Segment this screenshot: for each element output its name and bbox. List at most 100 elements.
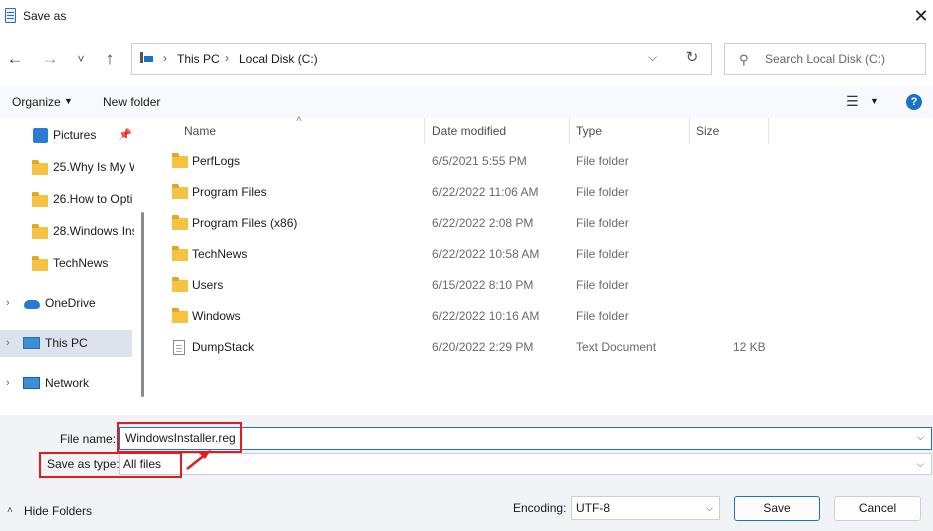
column-divider[interactable] xyxy=(689,118,690,144)
file-name: PerfLogs xyxy=(192,154,241,168)
sidebar-item-label: Network xyxy=(45,376,90,390)
table-row[interactable]: DumpStack 6/20/2022 2:29 PM Text Documen… xyxy=(148,333,933,364)
help-icon[interactable]: ? xyxy=(906,94,922,110)
chevron-down-icon[interactable]: ▼ xyxy=(870,96,879,106)
pictures-icon xyxy=(33,128,48,143)
view-options-icon[interactable]: ☰ xyxy=(846,93,859,110)
table-row[interactable]: Program Files 6/22/2022 11:06 AM File fo… xyxy=(148,178,933,209)
title-bar xyxy=(0,0,933,32)
expand-chevron-icon[interactable]: › xyxy=(6,330,10,356)
cloud-icon xyxy=(24,300,40,309)
column-divider[interactable] xyxy=(569,118,570,144)
file-name-label: File name: xyxy=(60,432,117,446)
forward-arrow-icon[interactable]: → xyxy=(39,48,61,70)
cancel-button[interactable]: Cancel xyxy=(834,496,921,521)
table-row[interactable]: TechNews 6/22/2022 10:58 AM File folder xyxy=(148,240,933,271)
folder-icon xyxy=(32,192,48,207)
sidebar-item-label: 26.How to Opti xyxy=(53,192,133,206)
window-title: Save as xyxy=(23,9,67,23)
column-divider[interactable] xyxy=(424,118,425,144)
encoding-value[interactable]: UTF-8 xyxy=(576,501,610,515)
sidebar-item-folder-28[interactable]: 28.Windows Ins xyxy=(0,218,134,244)
sidebar-item-network[interactable]: › Network xyxy=(0,370,134,396)
this-pc-icon xyxy=(140,52,153,63)
annotation-highlight-file-name xyxy=(117,422,242,453)
file-name: Users xyxy=(192,278,224,292)
sidebar-item-folder-26[interactable]: 26.How to Opti xyxy=(0,186,134,212)
annotation-arrow-icon xyxy=(186,450,211,470)
table-row[interactable]: Program Files (x86) 6/22/2022 2:08 PM Fi… xyxy=(148,209,933,240)
file-type: File folder xyxy=(576,154,629,168)
column-header-type[interactable]: Type xyxy=(576,124,602,138)
file-type: File folder xyxy=(576,309,629,323)
refresh-icon[interactable]: ↻ xyxy=(683,48,701,68)
search-icon: ⚲ xyxy=(739,52,749,67)
folder-icon xyxy=(32,160,48,175)
table-row[interactable]: PerfLogs 6/5/2021 5:55 PM File folder xyxy=(148,147,933,178)
pin-icon: 📌 xyxy=(118,129,132,141)
breadcrumb-this-pc[interactable]: This PC xyxy=(177,52,220,66)
file-type: File folder xyxy=(576,278,629,292)
file-date: 6/22/2022 11:06 AM xyxy=(432,185,539,199)
chevron-up-icon[interactable]: ˄ xyxy=(7,505,13,516)
recent-locations-chevron-icon[interactable]: ˅ xyxy=(70,48,92,70)
breadcrumb-local-disk[interactable]: Local Disk (C:) xyxy=(239,52,318,66)
folder-icon xyxy=(172,246,188,261)
text-document-icon xyxy=(173,340,185,355)
file-type: File folder xyxy=(576,185,629,199)
sidebar-item-folder-25[interactable]: 25.Why Is My W xyxy=(0,154,134,180)
hide-folders-button[interactable]: Hide Folders xyxy=(24,504,92,518)
chevron-down-icon[interactable]: ⌵ xyxy=(917,432,924,443)
column-divider[interactable] xyxy=(768,118,769,144)
file-date: 6/22/2022 2:08 PM xyxy=(432,216,534,230)
sidebar-item-label: This PC xyxy=(45,336,88,350)
folder-icon xyxy=(32,224,48,239)
organize-button[interactable]: Organize xyxy=(12,95,61,109)
network-icon xyxy=(23,377,40,389)
chevron-down-icon[interactable]: ⌵ xyxy=(706,503,713,514)
back-arrow-icon[interactable]: ← xyxy=(4,48,26,70)
file-name: DumpStack xyxy=(192,340,255,354)
file-type: Text Document xyxy=(576,340,657,354)
column-header-size[interactable]: Size xyxy=(696,124,719,138)
pc-icon xyxy=(23,337,40,349)
new-folder-button[interactable]: New folder xyxy=(103,95,160,109)
file-date: 6/15/2022 8:10 PM xyxy=(432,278,534,292)
sidebar-item-label: TechNews xyxy=(53,256,109,270)
expand-chevron-icon[interactable]: › xyxy=(6,370,10,396)
folder-icon xyxy=(172,277,188,292)
file-name: Program Files (x86) xyxy=(192,216,298,230)
folder-icon xyxy=(172,308,188,323)
table-row[interactable]: Users 6/15/2022 8:10 PM File folder xyxy=(148,271,933,302)
expand-chevron-icon[interactable]: › xyxy=(6,290,10,316)
table-row[interactable]: Windows 6/22/2022 10:16 AM File folder xyxy=(148,302,933,333)
search-placeholder: Search Local Disk (C:) xyxy=(765,52,886,66)
notepad-icon xyxy=(5,8,16,23)
close-button[interactable]: ✕ xyxy=(908,4,933,28)
up-arrow-icon[interactable]: ↑ xyxy=(99,48,121,70)
column-header-date-modified[interactable]: Date modified xyxy=(432,124,506,138)
sidebar-item-label: OneDrive xyxy=(45,296,96,310)
sidebar-item-label: 25.Why Is My W xyxy=(53,160,134,174)
column-header-name[interactable]: Name xyxy=(184,124,216,138)
chevron-down-icon[interactable]: ⌵ xyxy=(917,459,924,470)
sidebar-item-onedrive[interactable]: › OneDrive xyxy=(0,290,134,316)
file-type: File folder xyxy=(576,247,629,261)
folder-icon xyxy=(172,215,188,230)
save-as-type-select[interactable] xyxy=(119,453,932,475)
sidebar-item-technews[interactable]: TechNews xyxy=(0,250,134,276)
sidebar-scrollbar[interactable] xyxy=(141,212,144,397)
breadcrumb-separator-icon: › xyxy=(163,51,167,65)
sidebar-item-label: 28.Windows Ins xyxy=(53,224,134,238)
chevron-down-icon[interactable]: ▼ xyxy=(64,96,73,106)
address-dropdown-icon[interactable]: ⌵ xyxy=(648,50,657,65)
save-button[interactable]: Save xyxy=(734,496,820,521)
file-date: 6/5/2021 5:55 PM xyxy=(432,154,527,168)
file-name: Windows xyxy=(192,309,241,323)
sidebar-item-this-pc[interactable]: › This PC xyxy=(0,330,132,356)
encoding-label: Encoding: xyxy=(513,501,567,515)
sidebar-item-pictures[interactable]: Pictures 📌 xyxy=(0,122,140,148)
file-type: File folder xyxy=(576,216,629,230)
file-date: 6/22/2022 10:58 AM xyxy=(432,247,540,261)
file-date: 6/22/2022 10:16 AM xyxy=(432,309,540,323)
